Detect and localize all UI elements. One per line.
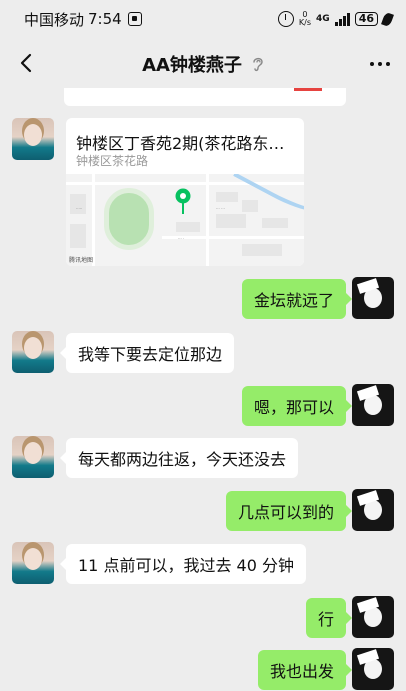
carrier-name: 中国移动 (24, 10, 85, 29)
leaf-icon (381, 11, 394, 27)
map-pin-icon (175, 188, 191, 214)
notification-icon (127, 12, 142, 26)
map-logo: 腾讯地图 (69, 257, 94, 264)
chat-title: AA钟楼燕子 (142, 55, 242, 76)
previous-message-bubble[interactable] (64, 88, 346, 106)
ear-icon (253, 57, 263, 72)
status-time: 7:54 (88, 10, 122, 28)
outgoing-message[interactable]: 我也出发 (257, 650, 353, 690)
network-speed: 0 K/s (299, 11, 311, 27)
my-avatar[interactable] (352, 277, 394, 319)
back-icon[interactable] (16, 52, 38, 74)
chat-header: AA钟楼燕子 (0, 38, 406, 90)
incoming-message[interactable]: 11 点前可以，我过去 40 分钟 (60, 544, 306, 584)
incoming-message[interactable]: 我等下要去定位那边 (59, 333, 235, 373)
outgoing-message[interactable]: 嗯，那可以 (241, 386, 353, 426)
contact-avatar[interactable] (12, 542, 54, 584)
speed-unit: K/s (298, 18, 312, 27)
my-avatar[interactable] (352, 384, 394, 426)
status-bar: 中国移动 7:54 0 K/s 4G 46 (0, 0, 406, 38)
map-sports-field (104, 188, 154, 250)
battery-icon: 46 (354, 12, 378, 26)
my-avatar[interactable] (352, 596, 394, 638)
status-indicators: 0 K/s 4G 46 (277, 11, 394, 27)
more-icon[interactable] (370, 62, 390, 66)
location-card[interactable]: 钟楼区丁香苑2期(茶花路东… 钟楼区茶花路 ····· ··· ··· ··· … (66, 118, 304, 266)
signal-icon (334, 12, 350, 26)
contact-avatar[interactable] (12, 118, 54, 160)
my-avatar[interactable] (352, 648, 394, 690)
alarm-icon (277, 11, 294, 27)
my-avatar[interactable] (352, 489, 394, 531)
contact-avatar[interactable] (12, 436, 54, 478)
contact-avatar[interactable] (12, 331, 54, 373)
chat-area[interactable]: 钟楼区丁香苑2期(茶花路东… 钟楼区茶花路 ····· ··· ··· ··· … (0, 88, 406, 691)
outgoing-message[interactable]: 几点可以到的 (225, 491, 353, 531)
incoming-message[interactable]: 每天都两边往返，今天还没去 (59, 438, 299, 478)
outgoing-message[interactable]: 行 (305, 598, 353, 638)
network-type: 4G (316, 14, 330, 24)
location-map[interactable]: ····· ··· ··· ··· · 腾讯地图 (66, 174, 304, 266)
location-title: 钟楼区丁香苑2期(茶花路东… (76, 134, 285, 153)
outgoing-message[interactable]: 金坛就远了 (241, 279, 353, 319)
location-address: 钟楼区茶花路 (76, 154, 149, 168)
